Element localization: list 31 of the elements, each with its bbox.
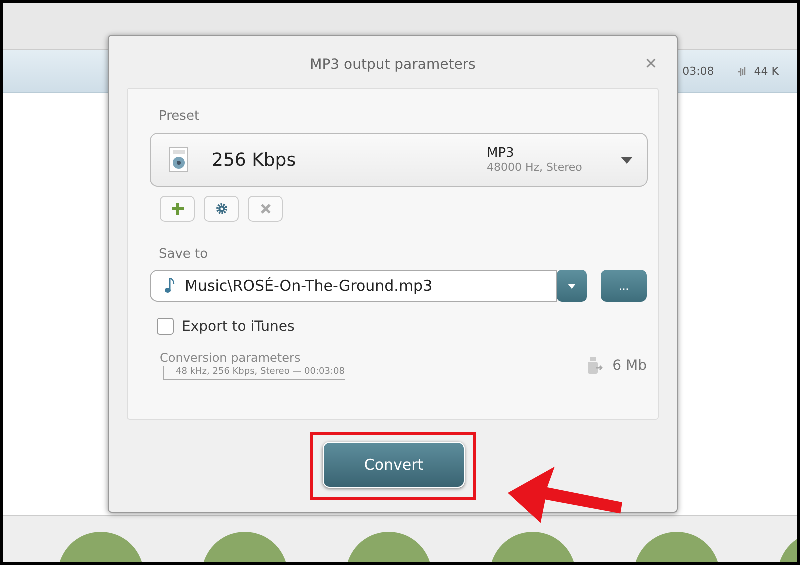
format-text: MP3 (487, 146, 516, 161)
preset-name: 256 Kbps (212, 150, 298, 170)
settings-button[interactable] (204, 196, 239, 222)
save-path-field[interactable]: Music\ROSÉ-On-The-Ground.mp3 (150, 270, 558, 302)
checkbox[interactable] (157, 318, 174, 335)
conversion-summary: 48 kHz, 256 Kbps, Stereo — 00:03:08 (163, 366, 345, 380)
caret-icon (621, 156, 633, 164)
bitrate-text: 44 K (754, 64, 779, 78)
preset-label: Preset (159, 109, 201, 124)
convert-button[interactable]: Convert (323, 442, 465, 488)
dialog-title: MP3 output parameters (310, 56, 476, 75)
dropdown-button[interactable] (557, 270, 588, 302)
plus-icon (172, 203, 184, 215)
audio-icon (738, 66, 748, 76)
file-size: 6 Mb (612, 358, 647, 374)
close-button[interactable]: × (645, 54, 657, 74)
audio-file-icon (169, 147, 189, 173)
conversion-label: Conversion parameters (160, 351, 302, 365)
file-size-icon (586, 356, 603, 374)
preset-dropdown[interactable]: 256 Kbps MP3 48000 Hz, Stereo (150, 133, 648, 187)
save-to-label: Save to (159, 247, 210, 262)
delete-button[interactable] (248, 196, 283, 222)
close-icon (260, 203, 272, 215)
format-details: 48000 Hz, Stereo (487, 161, 584, 174)
add-button[interactable] (160, 196, 195, 222)
music-note-icon (165, 278, 175, 294)
export-itunes-label: Export to iTunes (182, 318, 295, 334)
duration-text: 03:08 (682, 64, 714, 78)
gear-icon (216, 203, 228, 215)
browse-button[interactable]: ... (601, 270, 647, 302)
caret-icon (568, 284, 576, 288)
